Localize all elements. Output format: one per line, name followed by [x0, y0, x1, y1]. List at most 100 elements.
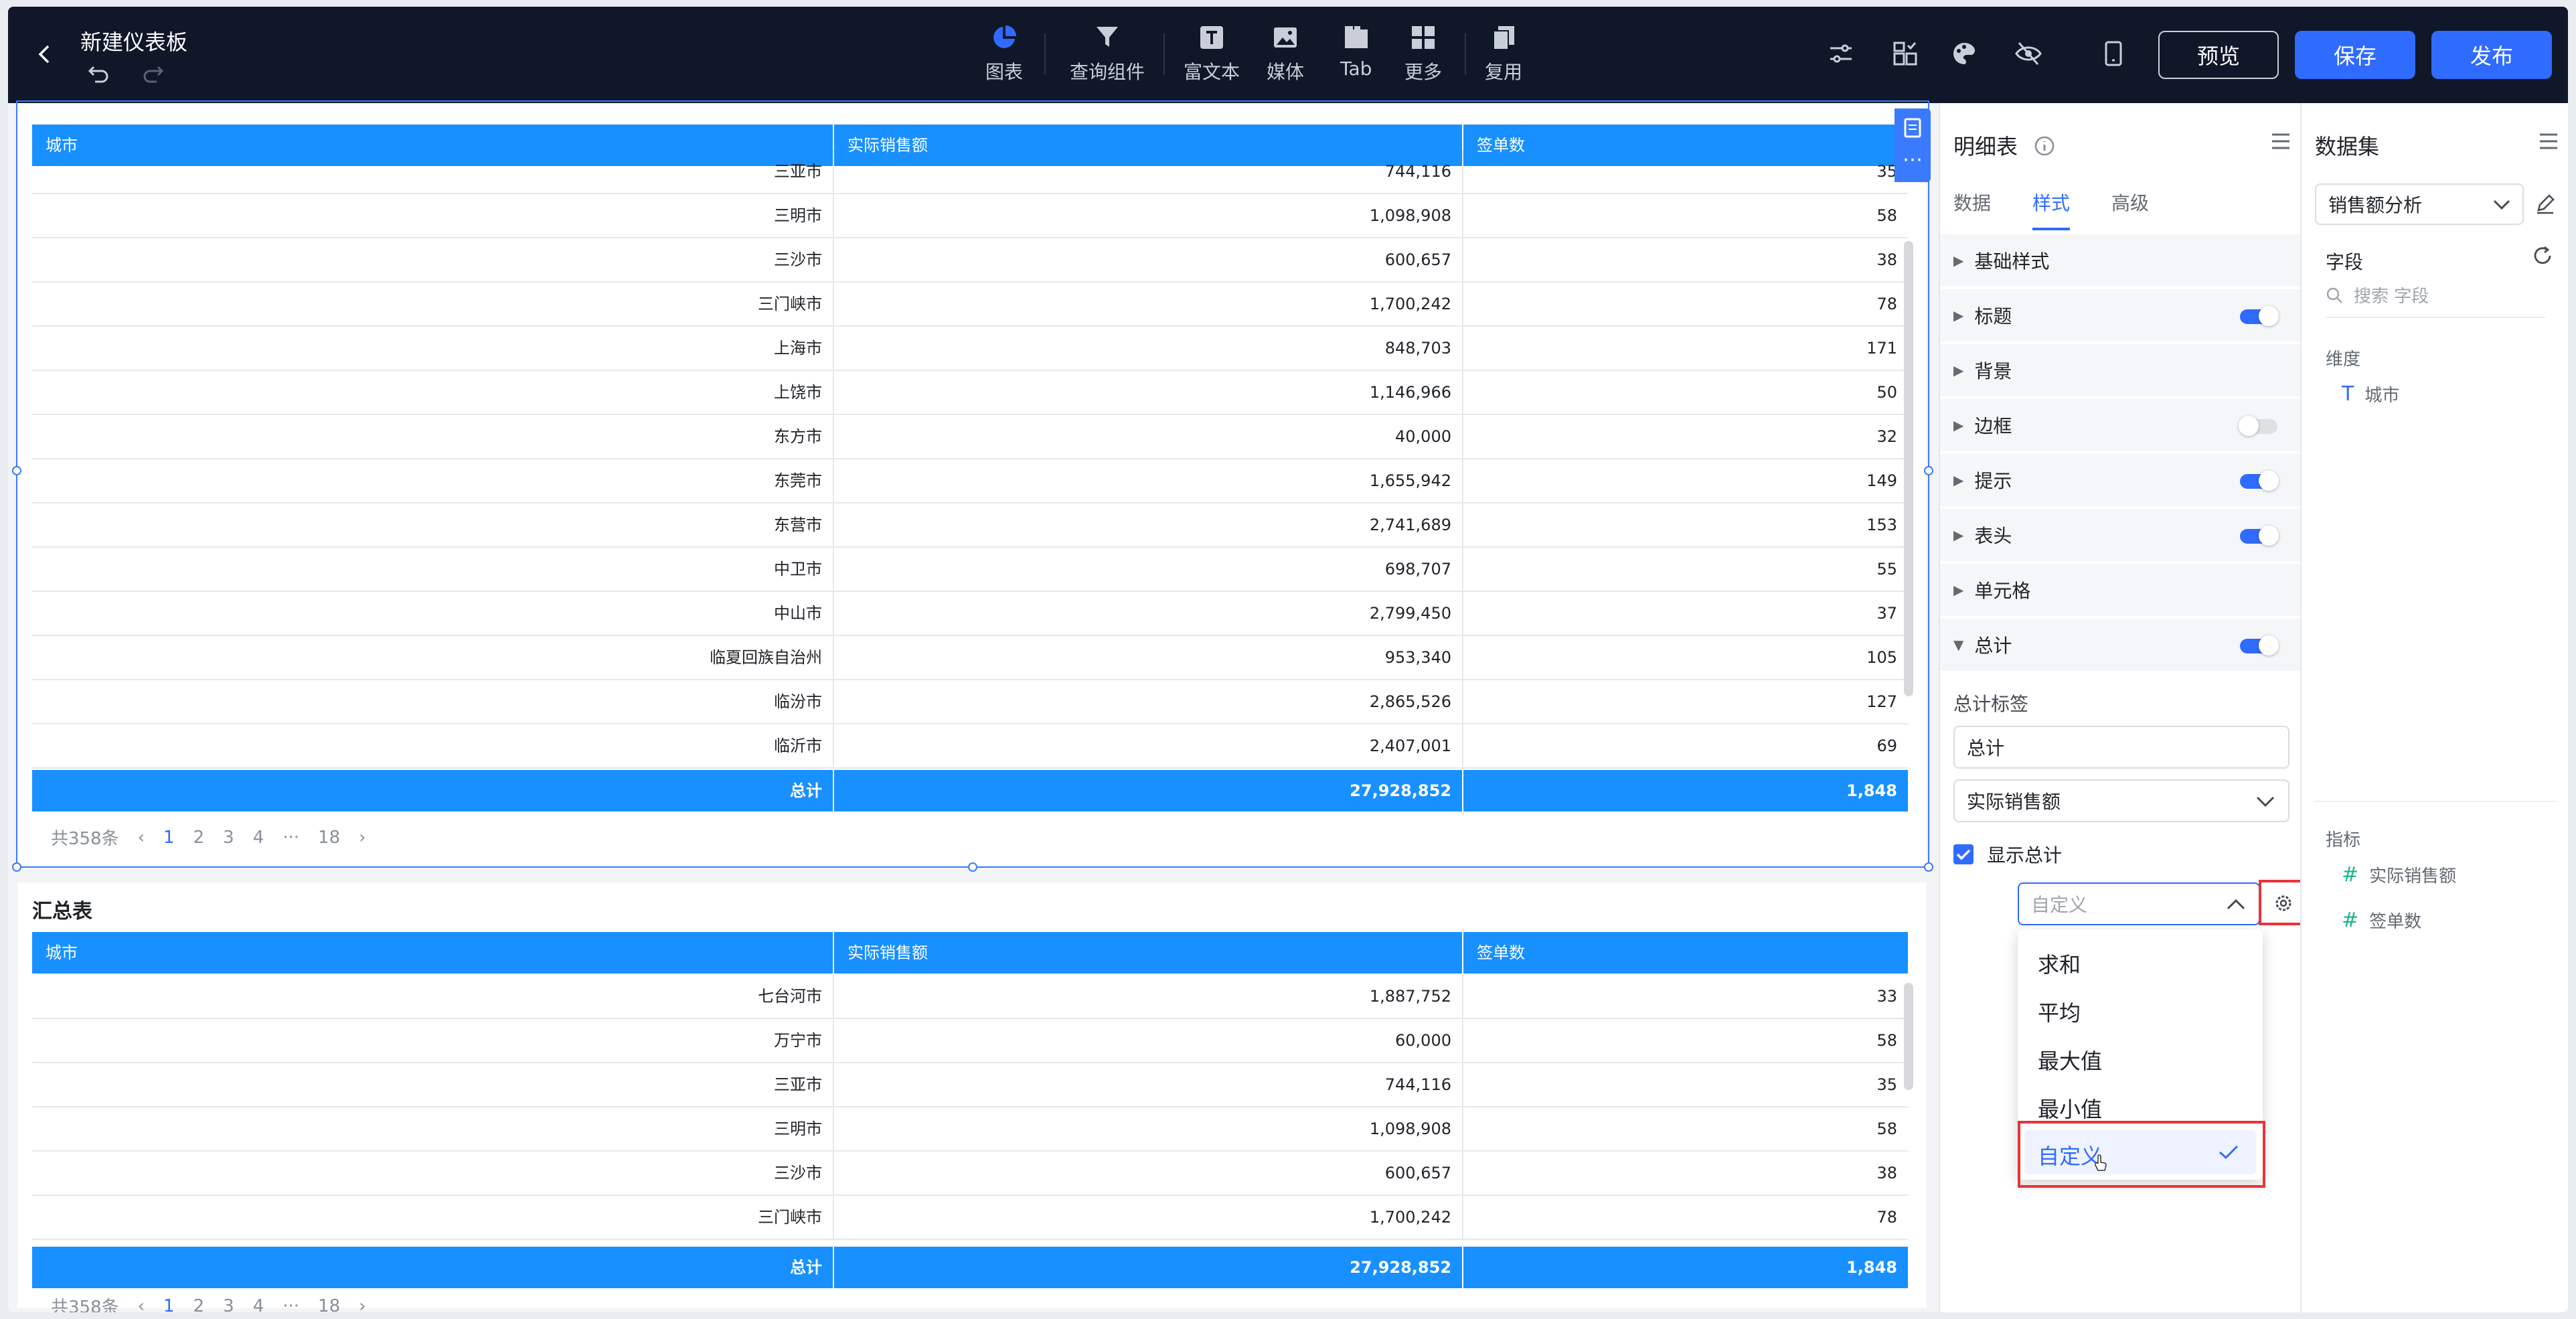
style-section-6[interactable]: ▶ 单元格: [1940, 564, 2302, 617]
prev-page-icon[interactable]: ‹: [138, 1296, 145, 1313]
save-button[interactable]: 保存: [2295, 31, 2415, 79]
more-options-icon[interactable]: ⋯: [1903, 150, 1923, 170]
dimension-section-label: 维度: [2326, 350, 2361, 370]
table-row[interactable]: 三明市 1,098,908 58: [32, 1107, 1908, 1152]
mobile-view-icon[interactable]: [2103, 40, 2123, 67]
tool-chart[interactable]: 图表: [985, 24, 1023, 84]
table-row[interactable]: 万宁市 60,000 58: [32, 1019, 1908, 1063]
aggregation-select[interactable]: 自定义: [2018, 882, 2260, 925]
style-section-5[interactable]: ▶ 表头: [1940, 509, 2302, 562]
total-orders: 1,848: [1846, 1258, 1897, 1277]
page-3[interactable]: 3: [223, 1296, 234, 1313]
total-label-input[interactable]: 总计: [1953, 726, 2289, 769]
style-section-1[interactable]: ▶ 标题: [1940, 289, 2302, 343]
preview-button[interactable]: 预览: [2158, 31, 2279, 79]
section-toggle[interactable]: [2240, 306, 2279, 326]
tool-more[interactable]: 更多: [1404, 24, 1442, 84]
cell-sales: 744,116: [834, 1063, 1463, 1106]
option-average[interactable]: 平均: [2038, 996, 2081, 1027]
cell-sales: 600,657: [834, 1152, 1463, 1194]
page-2[interactable]: 2: [193, 1296, 205, 1313]
caret-right-icon: ▶: [1953, 582, 1964, 598]
style-section-2[interactable]: ▶ 背景: [1940, 344, 2302, 398]
column-header-sales[interactable]: 实际销售额: [834, 932, 1463, 974]
caret-right-icon: ▶: [1953, 252, 1964, 268]
layout-icon[interactable]: [1892, 40, 1919, 67]
next-page-icon[interactable]: ›: [359, 1296, 366, 1313]
style-section-7[interactable]: ▼ 总计: [1940, 619, 2302, 672]
page-4[interactable]: 4: [253, 1296, 264, 1313]
refresh-icon[interactable]: [2532, 245, 2553, 266]
dataset-select[interactable]: 销售额分析: [2315, 183, 2524, 225]
field-search-input[interactable]: 搜索 字段: [2326, 283, 2545, 318]
style-section-3[interactable]: ▶ 边框: [1940, 399, 2302, 453]
cell-sales: 1,098,908: [834, 1107, 1463, 1150]
table-row[interactable]: 三亚市 744,116 35: [32, 1063, 1908, 1107]
info-icon[interactable]: [2034, 135, 2055, 157]
dataset-select-value: 销售额分析: [2328, 194, 2423, 216]
style-section-0[interactable]: ▶ 基础样式: [1940, 234, 2302, 288]
summary-table-total-row: 总计 27,928,852 1,848: [32, 1247, 1908, 1288]
table-row[interactable]: 七台河市 1,887,752 33: [32, 975, 1908, 1019]
section-toggle[interactable]: [2240, 471, 2279, 491]
publish-button[interactable]: 发布: [2431, 31, 2552, 79]
panel-menu-icon[interactable]: [2271, 133, 2291, 150]
number-type-icon: #: [2342, 909, 2359, 932]
cell-city: 三沙市: [32, 1152, 834, 1194]
option-min[interactable]: 最小值: [2038, 1093, 2102, 1123]
panel-title: 明细表: [1953, 130, 2055, 161]
dimension-item-city[interactable]: T 城市: [2342, 382, 2399, 406]
show-total-checkbox[interactable]: [1953, 844, 1974, 864]
column-header-orders[interactable]: 签单数: [1463, 932, 1908, 974]
resize-handle-bottom[interactable]: [968, 862, 977, 872]
measure-section-label: 指标: [2326, 830, 2361, 850]
tab-advanced[interactable]: 高级: [2111, 189, 2149, 230]
section-toggle[interactable]: [2239, 416, 2277, 436]
table-scrollbar[interactable]: [1904, 983, 1913, 1090]
tool-richtext[interactable]: 富文本: [1184, 24, 1240, 84]
measure-item-sales[interactable]: # 实际销售额: [2342, 862, 2456, 887]
section-label: 背景: [1974, 360, 2012, 382]
panel-menu-icon[interactable]: [2539, 133, 2559, 150]
eye-hidden-icon[interactable]: [2014, 40, 2043, 67]
tab-data[interactable]: 数据: [1953, 189, 1991, 230]
option-sum[interactable]: 求和: [2038, 948, 2081, 979]
redo-icon[interactable]: [142, 63, 165, 83]
page-1[interactable]: 1: [163, 1296, 175, 1313]
tool-reuse[interactable]: 复用: [1485, 24, 1522, 84]
resize-handle-bottom-right[interactable]: [1924, 862, 1933, 872]
table-row[interactable]: 三门峡市 1,700,242 78: [32, 1196, 1908, 1240]
tool-query[interactable]: 查询组件: [1070, 24, 1145, 84]
section-label: 提示: [1974, 470, 2012, 492]
gear-icon[interactable]: [2273, 893, 2293, 913]
resize-handle-right[interactable]: [1924, 466, 1933, 475]
resize-handle-left[interactable]: [12, 466, 21, 475]
cell-orders: 58: [1876, 1119, 1897, 1138]
measure-label: 实际销售额: [2369, 866, 2457, 886]
edit-pencil-icon[interactable]: [2534, 193, 2556, 214]
dashboard-title[interactable]: 新建仪表板: [80, 25, 187, 56]
tool-media[interactable]: 媒体: [1267, 24, 1304, 84]
back-icon[interactable]: [35, 44, 55, 64]
tab-style[interactable]: 样式: [2032, 189, 2071, 230]
cell-sales: 60,000: [834, 1019, 1463, 1062]
page-18[interactable]: 18: [318, 1296, 340, 1313]
show-total-checkbox-row[interactable]: 显示总计: [1953, 841, 2062, 868]
style-section-4[interactable]: ▶ 提示: [1940, 454, 2302, 508]
section-toggle[interactable]: [2240, 635, 2279, 655]
option-max[interactable]: 最大值: [2038, 1044, 2102, 1075]
theme-palette-icon[interactable]: [1951, 40, 1980, 67]
summary-table-card[interactable]: 汇总表 城市 实际销售额 签单数 七台河市 1,887,752 33 万宁市 60,00…: [17, 882, 1927, 1312]
column-header-city[interactable]: 城市: [32, 932, 834, 974]
measure-item-orders[interactable]: # 签单数: [2342, 908, 2421, 933]
document-icon[interactable]: [1904, 118, 1921, 138]
cell-sales: 1,887,752: [834, 975, 1463, 1018]
resize-handle-bottom-left[interactable]: [12, 862, 21, 872]
page-ellipsis[interactable]: ···: [283, 1296, 299, 1313]
measure-select[interactable]: 实际销售额: [1953, 779, 2289, 822]
section-toggle[interactable]: [2240, 526, 2279, 546]
table-row[interactable]: 三沙市 600,657 38: [32, 1152, 1908, 1196]
tool-tab[interactable]: Tab: [1340, 24, 1372, 80]
settings-sliders-icon[interactable]: [1828, 40, 1854, 67]
undo-icon[interactable]: [87, 63, 110, 83]
